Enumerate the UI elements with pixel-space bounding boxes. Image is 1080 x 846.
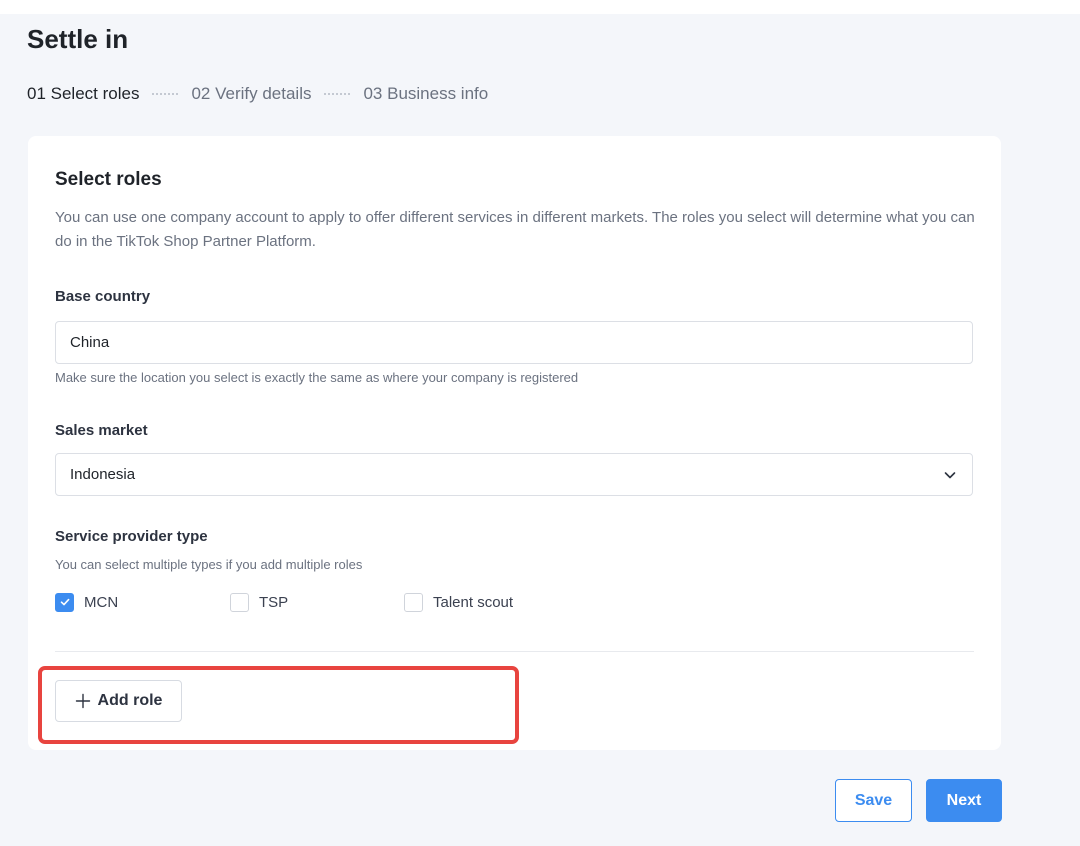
mcn-checkbox[interactable] [55, 592, 74, 612]
sales-market-label: Sales market [55, 422, 148, 439]
step-business-info[interactable]: 03 Business info [363, 84, 488, 104]
talent-scout-label: Talent scout [433, 593, 514, 611]
tsp-checkbox[interactable] [230, 592, 249, 612]
service-provider-hint: You can select multiple types if you add… [55, 557, 363, 572]
talent-scout-checkbox[interactable] [404, 592, 423, 612]
add-role-label: Add role [97, 692, 163, 709]
chevron-down-icon [944, 472, 956, 479]
tsp-label: TSP [259, 593, 289, 611]
base-country-hint: Make sure the location you select is exa… [55, 370, 579, 385]
add-role-button[interactable]: Add role [55, 680, 182, 722]
page-title: Settle in [27, 24, 129, 54]
check-icon [60, 598, 69, 606]
next-button[interactable]: Next [926, 779, 1002, 822]
divider [55, 651, 974, 652]
step-connector [324, 93, 351, 95]
option-mcn[interactable]: MCN [55, 592, 230, 612]
service-provider-options: MCN TSP Talent scout [55, 591, 513, 613]
select-roles-card: Select roles You can use one company acc… [28, 136, 1001, 750]
base-country-label: Base country [55, 288, 151, 305]
base-country-value: China [70, 334, 110, 351]
step-verify-details[interactable]: 02 Verify details [191, 84, 311, 104]
save-button[interactable]: Save [835, 779, 912, 822]
plus-icon [75, 693, 90, 709]
section-description: You can use one company account to apply… [55, 209, 975, 250]
step-connector [152, 93, 179, 95]
sales-market-value: Indonesia [70, 466, 136, 483]
service-provider-label: Service provider type [55, 528, 208, 545]
section-title: Select roles [55, 169, 162, 190]
stepper: 01 Select roles 02 Verify details 03 Bus… [27, 82, 488, 106]
option-tsp[interactable]: TSP [230, 592, 404, 612]
base-country-field[interactable]: China [55, 321, 973, 364]
step-select-roles[interactable]: 01 Select roles [27, 84, 139, 104]
sales-market-select[interactable]: Indonesia [55, 453, 973, 496]
mcn-label: MCN [84, 593, 119, 611]
top-bar [0, 0, 1080, 14]
option-talent-scout[interactable]: Talent scout [404, 592, 514, 612]
